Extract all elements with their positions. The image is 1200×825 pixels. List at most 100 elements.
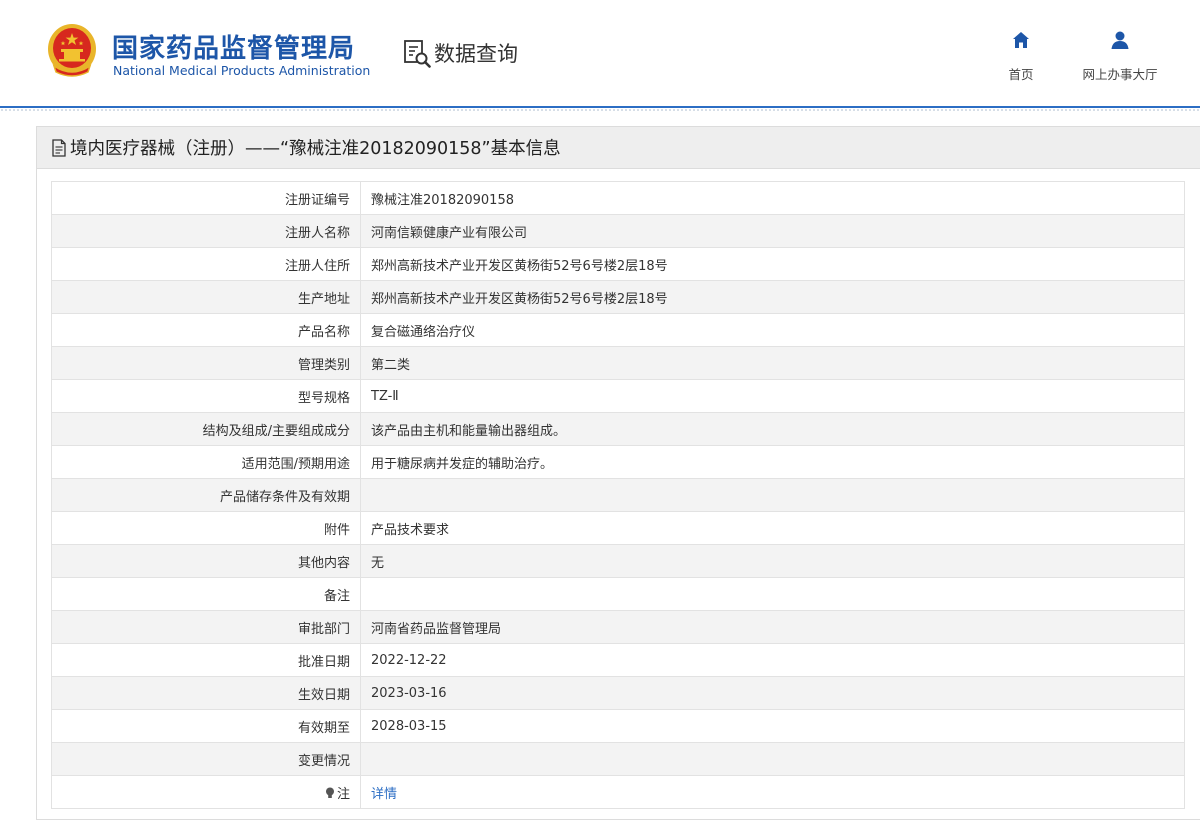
row-value-cell: TZ-Ⅱ [360, 379, 1185, 413]
document-search-icon [404, 40, 431, 68]
row-value-cell: 2028-03-15 [360, 709, 1185, 743]
table-row: 生效日期 2023-03-16 [51, 676, 1185, 710]
panel-title: 境内医疗器械（注册）——“豫械注准20182090158”基本信息 [70, 139, 561, 159]
header-dotted-border [0, 108, 1200, 112]
table-row: 管理类别 第二类 [51, 346, 1185, 380]
row-value-cell: 无 [360, 544, 1185, 578]
row-label-cell: 型号规格 [51, 379, 361, 413]
row-label: 附件 [323, 522, 350, 538]
row-label-cell: 生产地址 [51, 280, 361, 314]
table-row: 注 详情 [51, 775, 1185, 809]
row-label: 备注 [323, 588, 350, 604]
row-label-cell: 有效期至 [51, 709, 361, 743]
basic-info-panel: 境内医疗器械（注册）——“豫械注准20182090158”基本信息 注册证编号 豫… [36, 126, 1200, 820]
table-row: 变更情况 [51, 742, 1185, 776]
row-label-cell: 附件 [51, 511, 361, 545]
table-row: 有效期至 2028-03-15 [51, 709, 1185, 743]
lightbulb-icon [325, 787, 334, 798]
row-label: 有效期至 [297, 720, 350, 736]
nav-online-service-hall-label[interactable]: 网上办事大厅 [1082, 64, 1157, 83]
nav-home[interactable]: 首页 [992, 30, 1050, 83]
table-row: 批准日期 2022-12-22 [51, 643, 1185, 677]
home-icon [1013, 32, 1029, 48]
national-emblem-icon [48, 24, 96, 77]
table-row: 其他内容 无 [51, 544, 1185, 578]
row-label-cell: 注 [51, 775, 361, 809]
row-label-cell: 注册人住所 [51, 247, 361, 281]
user-icon [1111, 31, 1129, 49]
row-label-cell: 产品储存条件及有效期 [51, 478, 361, 512]
row-value: 无 [371, 555, 385, 571]
row-value: 郑州高新技术产业开发区黄杨街52号6号楼2层18号 [371, 258, 668, 274]
row-value-cell: 用于糖尿病并发症的辅助治疗。 [360, 445, 1185, 479]
row-label-cell: 备注 [51, 577, 361, 611]
row-label-cell: 批准日期 [51, 643, 361, 677]
table-row: 注册人名称 河南信颖健康产业有限公司 [51, 214, 1185, 248]
site-header: 国家药品监督管理局 National Medical Products Admi… [0, 0, 1200, 108]
row-value-cell [360, 742, 1185, 776]
table-row: 注册人住所 郑州高新技术产业开发区黄杨街52号6号楼2层18号 [51, 247, 1185, 281]
row-value-cell: 豫械注准20182090158 [360, 181, 1185, 215]
section-title: 数据查询 [434, 42, 518, 66]
row-value-cell: 第二类 [360, 346, 1185, 380]
row-label: 适用范围/预期用途 [241, 456, 350, 472]
table-row: 产品储存条件及有效期 [51, 478, 1185, 512]
agency-name-cn: 国家药品监督管理局 [112, 34, 356, 64]
row-value-cell: 河南信颖健康产业有限公司 [360, 214, 1185, 248]
row-label: 审批部门 [297, 621, 350, 637]
row-label: 型号规格 [297, 390, 350, 406]
row-value: 豫械注准20182090158 [371, 192, 514, 208]
row-value-cell: 2023-03-16 [360, 676, 1185, 710]
row-value: 郑州高新技术产业开发区黄杨街52号6号楼2层18号 [371, 291, 668, 307]
table-row: 结构及组成/主要组成成分 该产品由主机和能量输出器组成。 [51, 412, 1185, 446]
row-value: 该产品由主机和能量输出器组成。 [371, 423, 567, 439]
panel-header: 境内医疗器械（注册）——“豫械注准20182090158”基本信息 [37, 127, 1200, 169]
row-label: 变更情况 [297, 753, 350, 769]
row-value: 河南信颖健康产业有限公司 [371, 225, 528, 241]
table-row: 型号规格 TZ-Ⅱ [51, 379, 1185, 413]
table-row: 适用范围/预期用途 用于糖尿病并发症的辅助治疗。 [51, 445, 1185, 479]
row-value: 用于糖尿病并发症的辅助治疗。 [371, 456, 554, 472]
row-value: 产品技术要求 [371, 522, 450, 538]
row-label: 注册人名称 [284, 225, 350, 241]
row-value-cell: 河南省药品监督管理局 [360, 610, 1185, 644]
row-label-cell: 审批部门 [51, 610, 361, 644]
row-label: 注 [336, 786, 350, 802]
row-label-cell: 注册人名称 [51, 214, 361, 248]
row-label: 其他内容 [297, 555, 350, 571]
row-value-cell: 郑州高新技术产业开发区黄杨街52号6号楼2层18号 [360, 247, 1185, 281]
nav-home-label[interactable]: 首页 [1008, 64, 1033, 83]
row-value: 2023-03-16 [371, 685, 447, 701]
row-label-cell: 结构及组成/主要组成成分 [51, 412, 361, 446]
row-label-cell: 产品名称 [51, 313, 361, 347]
row-value-cell: 该产品由主机和能量输出器组成。 [360, 412, 1185, 446]
row-label: 产品储存条件及有效期 [219, 489, 350, 505]
info-table: 注册证编号 豫械注准20182090158 注册人名称 河南信颖健康产业有限公司 注册人… [51, 181, 1185, 809]
row-label: 产品名称 [297, 324, 350, 340]
row-label: 注册证编号 [284, 192, 350, 208]
row-value: 河南省药品监督管理局 [371, 621, 502, 637]
nav-online-service-hall[interactable]: 网上办事大厅 [1068, 30, 1172, 83]
table-row: 审批部门 河南省药品监督管理局 [51, 610, 1185, 644]
row-value: 第二类 [371, 357, 411, 373]
row-value-cell: 郑州高新技术产业开发区黄杨街52号6号楼2层18号 [360, 280, 1185, 314]
table-row: 生产地址 郑州高新技术产业开发区黄杨街52号6号楼2层18号 [51, 280, 1185, 314]
row-label-cell: 管理类别 [51, 346, 361, 380]
row-value-cell [360, 478, 1185, 512]
row-label: 注册人住所 [284, 258, 350, 274]
row-label: 生效日期 [297, 687, 350, 703]
table-row: 注册证编号 豫械注准20182090158 [51, 181, 1185, 215]
row-value: 2028-03-15 [371, 718, 447, 734]
row-label-cell: 其他内容 [51, 544, 361, 578]
row-label: 管理类别 [297, 357, 350, 373]
table-row: 附件 产品技术要求 [51, 511, 1185, 545]
row-value: TZ-Ⅱ [371, 388, 399, 404]
data-query-section: 数据查询 [402, 36, 518, 70]
row-label: 结构及组成/主要组成成分 [202, 423, 350, 439]
row-label-cell: 生效日期 [51, 676, 361, 710]
row-value-cell: 详情 [360, 775, 1185, 809]
agency-name-en: National Medical Products Administration [113, 63, 371, 78]
document-icon [52, 138, 66, 157]
row-value-cell: 复合磁通络治疗仪 [360, 313, 1185, 347]
details-link[interactable]: 详情 [371, 787, 397, 802]
